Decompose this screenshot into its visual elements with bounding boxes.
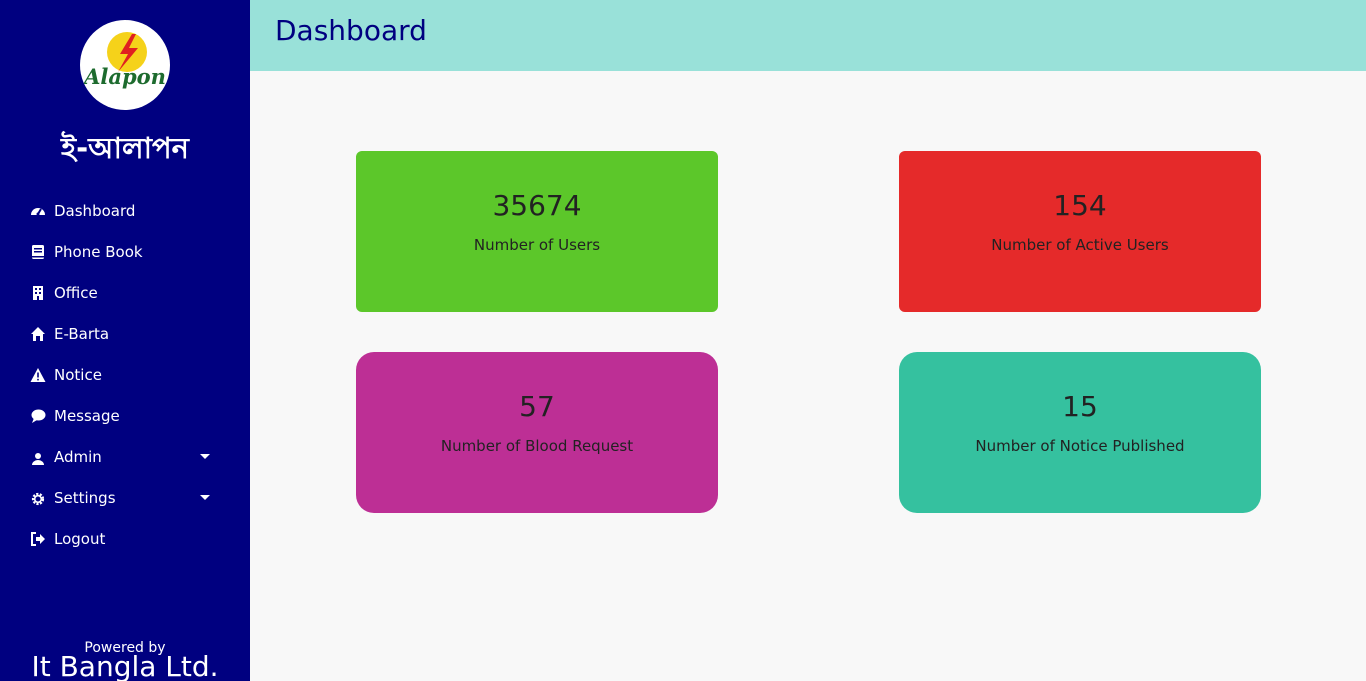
blood-request-card: 57 Number of Blood Request: [356, 352, 718, 513]
card-value: 57: [519, 390, 555, 423]
chevron-down-icon[interactable]: [200, 495, 210, 500]
card-label: Number of Blood Request: [440, 437, 634, 455]
sidebar-item-e-barta[interactable]: E-Barta: [0, 313, 250, 354]
sidebar-item-label: Admin: [54, 447, 102, 466]
sidebar-item-label: Office: [54, 283, 98, 302]
sidebar-item-label: Notice: [54, 365, 102, 384]
sidebar-item-message[interactable]: Message: [0, 395, 250, 436]
logout-icon: [29, 530, 47, 548]
card-value: 35674: [492, 189, 582, 222]
sidebar-item-label: Logout: [54, 529, 106, 548]
card-label: Number of Notice Published: [975, 437, 1185, 455]
top-header: Dashboard: [250, 0, 1366, 71]
phone-book-icon: [29, 243, 47, 261]
svg-text:Alapon: Alapon: [82, 64, 166, 89]
office-building-icon: [29, 284, 47, 302]
card-label: Number of Users: [473, 236, 601, 254]
warning-triangle-icon: [29, 366, 47, 384]
users-count-card: 35674 Number of Users: [356, 151, 718, 312]
sidebar-item-logout[interactable]: Logout: [0, 518, 250, 559]
home-icon: [29, 325, 47, 343]
sidebar-item-settings[interactable]: Settings: [0, 477, 250, 518]
card-label: Number of Active Users: [991, 236, 1169, 254]
sidebar-item-phone-book[interactable]: Phone Book: [0, 231, 250, 272]
sidebar-item-label: E-Barta: [54, 324, 110, 343]
card-value: 154: [1053, 189, 1107, 222]
sidebar-item-label: Settings: [54, 488, 116, 507]
sidebar-item-dashboard[interactable]: Dashboard: [0, 190, 250, 231]
chat-bubble-icon: [29, 407, 47, 425]
sidebar-nav: Dashboard Phone Book Office E-Barta Noti…: [0, 190, 250, 559]
sidebar: Alapon ই-আলাপন Dashboard Phone Book Offi…: [0, 0, 250, 681]
sidebar-item-office[interactable]: Office: [0, 272, 250, 313]
alapon-logo: Alapon: [80, 20, 170, 110]
user-icon: [29, 448, 47, 466]
dashboard-gauge-icon: [29, 202, 47, 220]
card-value: 15: [1062, 390, 1098, 423]
sidebar-item-admin[interactable]: Admin: [0, 436, 250, 477]
sidebar-item-label: Dashboard: [54, 201, 136, 220]
app-brand-name: ই-আলাপন: [61, 131, 189, 165]
company-name: It Bangla Ltd.: [31, 650, 219, 681]
gear-icon: [29, 489, 47, 507]
sidebar-item-label: Message: [54, 406, 120, 425]
sidebar-item-notice[interactable]: Notice: [0, 354, 250, 395]
sidebar-item-label: Phone Book: [54, 242, 143, 261]
chevron-down-icon[interactable]: [200, 454, 210, 459]
notice-published-card: 15 Number of Notice Published: [899, 352, 1261, 513]
page-title: Dashboard: [275, 14, 427, 47]
active-users-card: 154 Number of Active Users: [899, 151, 1261, 312]
